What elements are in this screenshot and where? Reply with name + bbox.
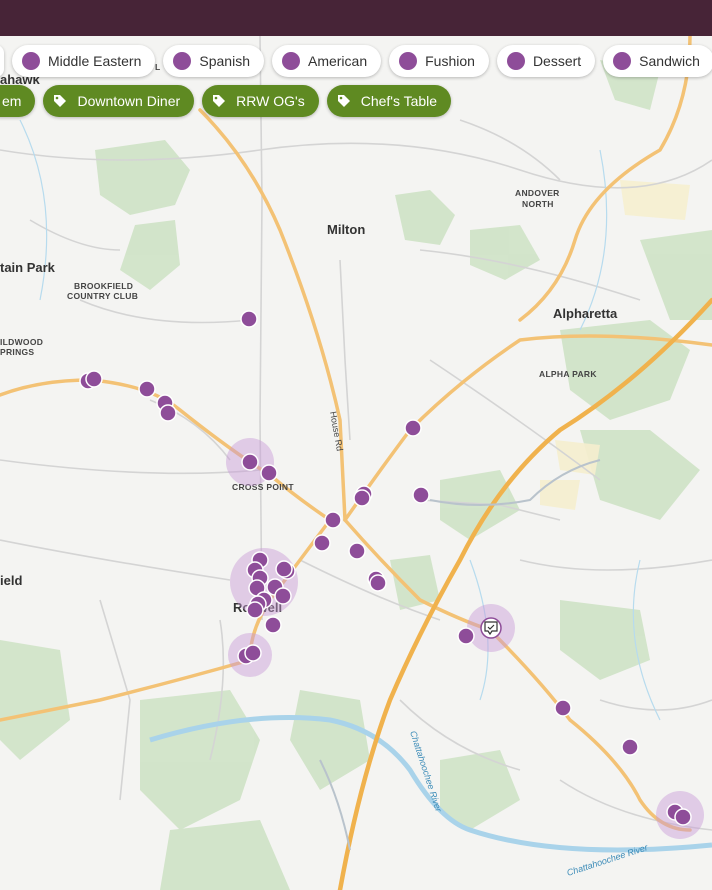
label-andover-north-2: NORTH <box>522 199 554 209</box>
selected-marker[interactable] <box>480 617 502 639</box>
map-marker <box>264 616 282 634</box>
chip-label: Fushion <box>425 53 475 69</box>
map-marker <box>138 380 156 398</box>
category-dot-icon <box>399 52 418 70</box>
chip-label: Spanish <box>199 53 250 69</box>
category-filter-row: Middle Eastern Spanish American Fushion … <box>0 45 712 77</box>
map-marker <box>313 534 331 552</box>
chip-category-sandwich[interactable]: Sandwich <box>603 45 712 77</box>
chip-label: Dessert <box>532 53 582 69</box>
chip-category-dessert[interactable]: Dessert <box>496 45 596 77</box>
map-marker <box>85 370 103 388</box>
label-milton: Milton <box>327 222 365 237</box>
category-dot-icon <box>173 52 192 70</box>
map-canvas[interactable]: ahawk L Milton ANDOVER NORTH tain Park B… <box>0 36 712 890</box>
label-mountain-park: tain Park <box>0 260 56 275</box>
category-dot-icon <box>506 52 525 70</box>
label-alpha-park: ALPHA PARK <box>539 369 597 379</box>
tag-icon <box>212 94 226 108</box>
map-marker <box>554 699 572 717</box>
map-marker <box>159 404 177 422</box>
map-marker <box>621 738 639 756</box>
map-marker <box>353 489 371 507</box>
label-wildwood-2: PRINGS <box>0 347 34 357</box>
chip-category-middle-eastern[interactable]: Middle Eastern <box>12 45 156 77</box>
label-brookfield: BROOKFIELD <box>74 281 133 291</box>
category-dot-icon <box>613 52 632 70</box>
map-marker <box>457 627 475 645</box>
chip-category-spanish[interactable]: Spanish <box>163 45 264 77</box>
chip-category-american[interactable]: American <box>271 45 382 77</box>
chip-category-partial[interactable] <box>0 45 4 77</box>
map-marker <box>244 644 262 662</box>
tag-filter-row: em Downtown Diner RRW OG's Chef's Table <box>0 85 452 117</box>
map-marker <box>674 808 692 826</box>
chip-tag-rrw-ogs[interactable]: RRW OG's <box>202 85 319 117</box>
chip-label: Downtown Diner <box>77 93 181 109</box>
category-dot-icon <box>281 52 300 70</box>
map-marker <box>348 542 366 560</box>
map-marker <box>404 419 422 437</box>
label-wildwood: ILDWOOD <box>0 337 43 347</box>
label-andover-north: ANDOVER <box>515 188 560 198</box>
map-marker <box>274 587 292 605</box>
chip-tag-partial[interactable]: em <box>0 85 36 117</box>
map-marker <box>241 453 259 471</box>
map-marker <box>324 511 342 529</box>
label-alpharetta: Alpharetta <box>553 306 618 321</box>
category-dot-icon <box>22 52 40 70</box>
chip-label: American <box>307 53 368 69</box>
tag-icon <box>337 94 351 108</box>
label-field: ield <box>0 573 22 588</box>
app-header-bar <box>0 0 712 36</box>
map-marker <box>260 464 278 482</box>
map-marker <box>275 560 293 578</box>
chip-label: em <box>2 93 22 109</box>
chip-label: Sandwich <box>639 53 700 69</box>
chip-tag-chefs-table[interactable]: Chef's Table <box>326 85 452 117</box>
chip-label: Chef's Table <box>360 93 438 109</box>
chip-label: Middle Eastern <box>48 53 142 69</box>
map-marker <box>412 486 430 504</box>
tag-icon <box>53 94 67 108</box>
chip-category-fushion[interactable]: Fushion <box>389 45 489 77</box>
map-marker <box>369 574 387 592</box>
chip-label: RRW OG's <box>236 93 305 109</box>
chip-tag-downtown-diner[interactable]: Downtown Diner <box>43 85 195 117</box>
label-brookfield-2: COUNTRY CLUB <box>67 291 138 301</box>
map-marker <box>246 601 264 619</box>
map-marker <box>240 310 258 328</box>
